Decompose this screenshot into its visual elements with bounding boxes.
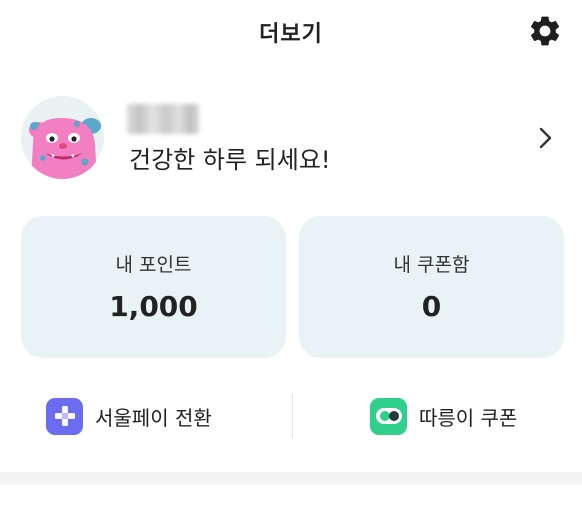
quick-links: 서울페이 전환 따릉이 쿠폰 xyxy=(0,388,582,444)
ddareungi-coupon-label: 따릉이 쿠폰 xyxy=(419,405,518,430)
seoulpay-convert-label: 서울페이 전환 xyxy=(95,405,212,430)
page-title: 더보기 xyxy=(259,22,323,47)
my-coupons-card[interactable]: 내 쿠폰함 0 xyxy=(299,216,564,358)
quick-links-divider xyxy=(292,394,293,438)
my-points-value: 1,000 xyxy=(109,290,198,323)
header: 더보기 xyxy=(0,0,582,62)
profile-row[interactable]: 건강한 하루 되세요! xyxy=(0,90,582,190)
gear-icon xyxy=(530,16,560,46)
nickname-redacted xyxy=(127,104,199,134)
chevron-right-icon xyxy=(539,127,552,149)
more-page: 더보기 건강한 하루 되세요! 내 포인트 1,000 내 쿠폰함 0 서울페이… xyxy=(0,0,582,517)
bike-toggle-icon xyxy=(370,397,407,435)
my-points-card[interactable]: 내 포인트 1,000 xyxy=(21,216,286,358)
plus-icon xyxy=(46,397,83,435)
avatar xyxy=(21,96,104,179)
seoulpay-convert-button[interactable]: 서울페이 전환 xyxy=(46,396,212,436)
my-coupons-label: 내 쿠폰함 xyxy=(393,254,470,276)
ddareungi-coupon-button[interactable]: 따릉이 쿠폰 xyxy=(370,396,517,436)
pink-monster-avatar xyxy=(29,118,101,179)
my-coupons-value: 0 xyxy=(421,290,442,323)
section-separator xyxy=(0,472,582,485)
my-points-label: 내 포인트 xyxy=(115,254,192,276)
greeting-text: 건강한 하루 되세요! xyxy=(129,146,331,174)
settings-button[interactable] xyxy=(526,12,564,50)
